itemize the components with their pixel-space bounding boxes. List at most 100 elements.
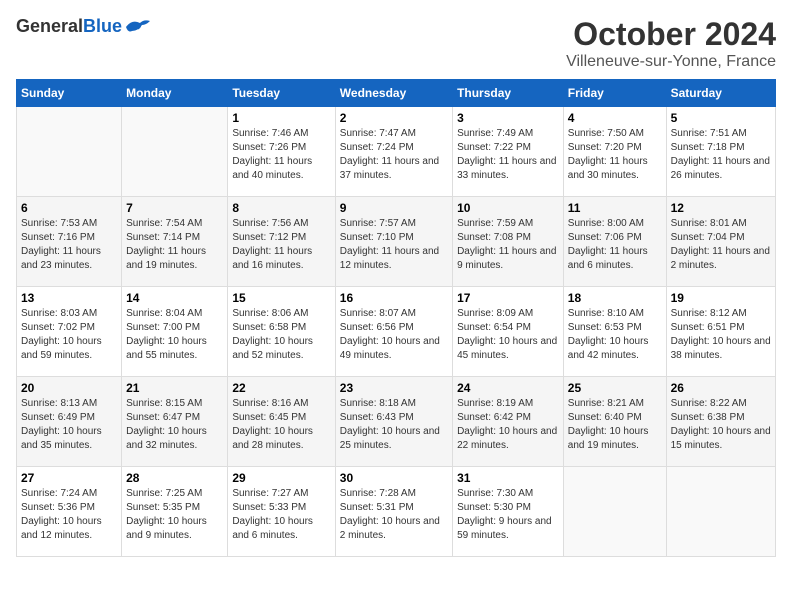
day-info: Sunrise: 8:10 AMSunset: 6:53 PMDaylight:…: [568, 307, 662, 363]
day-info: Sunrise: 8:22 AMSunset: 6:38 PMDaylight:…: [671, 397, 771, 453]
week-row-2: 6Sunrise: 7:53 AMSunset: 7:16 PMDaylight…: [17, 197, 776, 287]
header-friday: Friday: [563, 80, 666, 107]
logo-blue: Blue: [83, 16, 122, 36]
calendar-cell: 15 Sunrise: 8:06 AMSunset: 6:58 PMDayligh…: [228, 287, 335, 377]
day-info: Sunrise: 7:27 AMSunset: 5:33 PMDaylight:…: [232, 487, 330, 543]
day-info: Sunrise: 8:06 AMSunset: 6:58 PMDaylight:…: [232, 307, 330, 363]
day-number: 10: [457, 201, 559, 215]
calendar-cell: 26 Sunrise: 8:22 AMSunset: 6:38 PMDayligh…: [666, 377, 775, 467]
calendar-table: SundayMondayTuesdayWednesdayThursdayFrid…: [16, 79, 776, 557]
logo-text: GeneralBlue: [16, 16, 122, 37]
calendar-cell: 14Sunrise: 8:04 AMSunset: 7:00 PMDayligh…: [122, 287, 228, 377]
week-row-3: 13 Sunrise: 8:03 AMSunset: 7:02 PMDayligh…: [17, 287, 776, 377]
calendar-cell: 4Sunrise: 7:50 AMSunset: 7:20 PMDaylight…: [563, 107, 666, 197]
calendar-cell: 18Sunrise: 8:10 AMSunset: 6:53 PMDayligh…: [563, 287, 666, 377]
header-saturday: Saturday: [666, 80, 775, 107]
calendar-cell: 20Sunrise: 8:13 AMSunset: 6:49 PMDayligh…: [17, 377, 122, 467]
day-number: 15: [232, 291, 330, 305]
day-number: 23: [340, 381, 448, 395]
logo-bird-icon: [124, 17, 152, 37]
calendar-cell: 27Sunrise: 7:24 AMSunset: 5:36 PMDayligh…: [17, 467, 122, 557]
day-number: 17: [457, 291, 559, 305]
logo-general: General: [16, 16, 83, 36]
day-info: Sunrise: 8:09 AMSunset: 6:54 PMDaylight:…: [457, 307, 559, 363]
calendar-subtitle: Villeneuve-sur-Yonne, France: [566, 53, 776, 71]
day-number: 1: [232, 111, 330, 125]
calendar-cell: 1Sunrise: 7:46 AMSunset: 7:26 PMDaylight…: [228, 107, 335, 197]
day-info: Sunrise: 8:21 AMSunset: 6:40 PMDaylight:…: [568, 397, 662, 453]
day-number: 31: [457, 471, 559, 485]
logo: GeneralBlue: [16, 16, 152, 37]
week-row-1: 1Sunrise: 7:46 AMSunset: 7:26 PMDaylight…: [17, 107, 776, 197]
day-info: Sunrise: 7:54 AMSunset: 7:14 PMDaylight:…: [126, 217, 223, 273]
calendar-cell: 17 Sunrise: 8:09 AMSunset: 6:54 PMDayligh…: [453, 287, 564, 377]
calendar-cell: 22 Sunrise: 8:16 AMSunset: 6:45 PMDayligh…: [228, 377, 335, 467]
calendar-cell: 5Sunrise: 7:51 AMSunset: 7:18 PMDaylight…: [666, 107, 775, 197]
day-info: Sunrise: 7:51 AMSunset: 7:18 PMDaylight:…: [671, 127, 771, 183]
calendar-cell: 16 Sunrise: 8:07 AMSunset: 6:56 PMDayligh…: [335, 287, 452, 377]
day-info: Sunrise: 7:47 AMSunset: 7:24 PMDaylight:…: [340, 127, 448, 183]
calendar-cell: 24Sunrise: 8:19 AMSunset: 6:42 PMDayligh…: [453, 377, 564, 467]
header-wednesday: Wednesday: [335, 80, 452, 107]
day-number: 13: [21, 291, 117, 305]
calendar-cell: 9Sunrise: 7:57 AMSunset: 7:10 PMDaylight…: [335, 197, 452, 287]
day-number: 4: [568, 111, 662, 125]
calendar-cell: 2 Sunrise: 7:47 AMSunset: 7:24 PMDaylight…: [335, 107, 452, 197]
day-info: Sunrise: 7:56 AMSunset: 7:12 PMDaylight:…: [232, 217, 330, 273]
day-info: Sunrise: 7:59 AMSunset: 7:08 PMDaylight:…: [457, 217, 559, 273]
header-tuesday: Tuesday: [228, 80, 335, 107]
day-number: 28: [126, 471, 223, 485]
header-sunday: Sunday: [17, 80, 122, 107]
title-block: October 2024 Villeneuve-sur-Yonne, Franc…: [566, 16, 776, 71]
week-row-5: 27Sunrise: 7:24 AMSunset: 5:36 PMDayligh…: [17, 467, 776, 557]
calendar-cell: 28 Sunrise: 7:25 AMSunset: 5:35 PMDayligh…: [122, 467, 228, 557]
day-number: 9: [340, 201, 448, 215]
page-header: GeneralBlue October 2024 Villeneuve-sur-…: [16, 16, 776, 71]
calendar-cell: 13 Sunrise: 8:03 AMSunset: 7:02 PMDayligh…: [17, 287, 122, 377]
day-number: 21: [126, 381, 223, 395]
day-info: Sunrise: 8:01 AMSunset: 7:04 PMDaylight:…: [671, 217, 771, 273]
day-number: 27: [21, 471, 117, 485]
day-info: Sunrise: 8:00 AMSunset: 7:06 PMDaylight:…: [568, 217, 662, 273]
calendar-title: October 2024: [566, 16, 776, 53]
calendar-cell: 8 Sunrise: 7:56 AMSunset: 7:12 PMDaylight…: [228, 197, 335, 287]
calendar-cell: 7Sunrise: 7:54 AMSunset: 7:14 PMDaylight…: [122, 197, 228, 287]
calendar-header-row: SundayMondayTuesdayWednesdayThursdayFrid…: [17, 80, 776, 107]
day-info: Sunrise: 8:18 AMSunset: 6:43 PMDaylight:…: [340, 397, 448, 453]
calendar-cell: 30Sunrise: 7:28 AMSunset: 5:31 PMDayligh…: [335, 467, 452, 557]
day-info: Sunrise: 7:25 AMSunset: 5:35 PMDaylight:…: [126, 487, 223, 543]
day-info: Sunrise: 8:19 AMSunset: 6:42 PMDaylight:…: [457, 397, 559, 453]
day-number: 25: [568, 381, 662, 395]
calendar-cell: 21 Sunrise: 8:15 AMSunset: 6:47 PMDayligh…: [122, 377, 228, 467]
day-info: Sunrise: 8:03 AMSunset: 7:02 PMDaylight:…: [21, 307, 117, 363]
day-number: 3: [457, 111, 559, 125]
calendar-cell: [17, 107, 122, 197]
calendar-cell: [666, 467, 775, 557]
calendar-cell: 3 Sunrise: 7:49 AMSunset: 7:22 PMDaylight…: [453, 107, 564, 197]
calendar-cell: [563, 467, 666, 557]
day-info: Sunrise: 8:12 AMSunset: 6:51 PMDaylight:…: [671, 307, 771, 363]
day-info: Sunrise: 8:16 AMSunset: 6:45 PMDaylight:…: [232, 397, 330, 453]
day-info: Sunrise: 8:07 AMSunset: 6:56 PMDaylight:…: [340, 307, 448, 363]
calendar-cell: 19 Sunrise: 8:12 AMSunset: 6:51 PMDayligh…: [666, 287, 775, 377]
day-info: Sunrise: 8:15 AMSunset: 6:47 PMDaylight:…: [126, 397, 223, 453]
day-number: 8: [232, 201, 330, 215]
calendar-cell: 10 Sunrise: 7:59 AMSunset: 7:08 PMDayligh…: [453, 197, 564, 287]
day-info: Sunrise: 7:49 AMSunset: 7:22 PMDaylight:…: [457, 127, 559, 183]
day-number: 26: [671, 381, 771, 395]
calendar-cell: 29 Sunrise: 7:27 AMSunset: 5:33 PMDayligh…: [228, 467, 335, 557]
day-number: 11: [568, 201, 662, 215]
day-number: 19: [671, 291, 771, 305]
day-number: 2: [340, 111, 448, 125]
calendar-cell: 6Sunrise: 7:53 AMSunset: 7:16 PMDaylight…: [17, 197, 122, 287]
day-info: Sunrise: 7:28 AMSunset: 5:31 PMDaylight:…: [340, 487, 448, 543]
day-number: 16: [340, 291, 448, 305]
day-info: Sunrise: 8:04 AMSunset: 7:00 PMDaylight:…: [126, 307, 223, 363]
day-number: 22: [232, 381, 330, 395]
day-number: 29: [232, 471, 330, 485]
calendar-cell: 23 Sunrise: 8:18 AMSunset: 6:43 PMDayligh…: [335, 377, 452, 467]
day-number: 20: [21, 381, 117, 395]
calendar-cell: 11 Sunrise: 8:00 AMSunset: 7:06 PMDayligh…: [563, 197, 666, 287]
header-thursday: Thursday: [453, 80, 564, 107]
calendar-cell: 31Sunrise: 7:30 AMSunset: 5:30 PMDayligh…: [453, 467, 564, 557]
